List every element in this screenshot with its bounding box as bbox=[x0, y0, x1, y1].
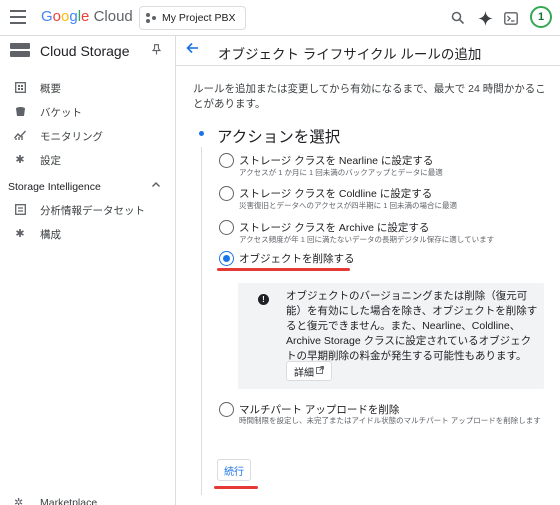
radio-button[interactable] bbox=[219, 153, 234, 168]
sidebar-item-configuration[interactable]: ✱ 構成 bbox=[0, 222, 175, 246]
project-icon bbox=[146, 12, 157, 24]
warning-text: オブジェクトのバージョニングまたは削除（復元可能）を有効にした場合を除き、オブジ… bbox=[286, 290, 538, 362]
settings-gear-icon: ✱ bbox=[15, 154, 25, 166]
account-avatar[interactable]: 1 bbox=[530, 6, 552, 28]
sidebar-item-buckets[interactable]: バケット bbox=[0, 100, 175, 124]
sidebar-item-label: 構成 bbox=[40, 228, 61, 241]
config-gear-icon: ✱ bbox=[15, 228, 25, 240]
warning-info-box: ! オブジェクトのバージョニングまたは削除（復元可能）を有効にした場合を除き、オ… bbox=[238, 283, 544, 389]
sidebar-item-label: 分析情報データセット bbox=[40, 204, 145, 217]
option-description: 時間制限を設定し、未完了またはアイドル状態のマルチパート アップロードを削除しま… bbox=[239, 416, 541, 425]
bucket-icon bbox=[14, 106, 26, 118]
highlight-underline bbox=[217, 268, 350, 271]
sidebar-item-marketplace[interactable]: ✲ Marketplace bbox=[0, 494, 175, 505]
radio-button[interactable] bbox=[219, 220, 234, 235]
info-icon: ! bbox=[258, 294, 269, 305]
gemini-sparkle-icon[interactable] bbox=[474, 7, 496, 29]
logo-cloud-text: Cloud bbox=[93, 8, 133, 25]
pin-icon[interactable] bbox=[151, 44, 162, 58]
sidebar-item-label: Marketplace bbox=[40, 497, 98, 505]
continue-button[interactable]: 続行 bbox=[217, 459, 251, 481]
page-description: ルールを追加または変更してから有効になるまで、最大で 24 時間かかることがあり… bbox=[193, 83, 546, 110]
option-nearline[interactable]: ストレージ クラスを Nearline に設定する アクセスが 1 か月に 1 … bbox=[219, 151, 554, 179]
step-connector-line bbox=[201, 147, 202, 495]
option-delete-multipart[interactable]: マルチパート アップロードを削除 時間制限を設定し、未完了またはアイドル状態のマ… bbox=[219, 400, 554, 440]
cloud-storage-icon bbox=[10, 43, 30, 59]
option-label: オブジェクトを削除する bbox=[239, 253, 355, 265]
radio-button[interactable] bbox=[219, 186, 234, 201]
option-coldline[interactable]: ストレージ クラスを Coldline に設定する 災害復旧とデータへのアクセス… bbox=[219, 184, 554, 212]
google-cloud-logo[interactable]: Google Cloud bbox=[41, 8, 133, 25]
option-label: ストレージ クラスを Archive に設定する bbox=[239, 222, 430, 234]
project-picker-button[interactable]: My Project PBX bbox=[139, 6, 246, 30]
option-description: アクセス頻度が年 1 回に満たないデータの長期デジタル保存に適しています bbox=[239, 235, 495, 244]
page-header: オブジェクト ライフサイクル ルールの追加 bbox=[176, 36, 560, 66]
marketplace-icon: ✲ bbox=[14, 497, 24, 505]
radio-button[interactable] bbox=[219, 402, 234, 417]
sidebar-item-label: 設定 bbox=[40, 154, 61, 167]
details-link-button[interactable]: 詳細 bbox=[286, 361, 332, 381]
option-description: アクセスが 1 か月に 1 回未満のバックアップとデータに最適 bbox=[239, 168, 443, 177]
project-name: My Project PBX bbox=[162, 12, 236, 24]
highlight-underline bbox=[214, 486, 258, 489]
product-header: Cloud Storage bbox=[0, 36, 175, 66]
sidebar-item-monitoring[interactable]: モニタリング bbox=[0, 124, 175, 148]
dataset-icon bbox=[14, 204, 26, 216]
external-link-icon bbox=[316, 366, 324, 376]
step-title: アクションを選択 bbox=[217, 129, 341, 146]
sidebar-item-label: 概要 bbox=[40, 82, 61, 95]
option-label: ストレージ クラスを Coldline に設定する bbox=[239, 188, 433, 200]
storage-intelligence-section-toggle[interactable]: Storage Intelligence bbox=[0, 176, 175, 198]
option-label: マルチパート アップロードを削除 bbox=[239, 404, 400, 416]
details-label: 詳細 bbox=[294, 367, 314, 379]
search-icon[interactable] bbox=[447, 7, 469, 29]
cloud-shell-icon[interactable] bbox=[500, 7, 522, 29]
section-title: Storage Intelligence bbox=[8, 181, 101, 193]
step-indicator-dot bbox=[199, 131, 204, 136]
top-app-bar: Google Cloud My Project PBX 1 bbox=[0, 0, 560, 36]
option-delete-object[interactable]: オブジェクトを削除する bbox=[219, 249, 554, 269]
chevron-up-icon bbox=[151, 179, 161, 191]
sidebar-item-settings[interactable]: ✱ 設定 bbox=[0, 148, 175, 172]
sidebar-item-overview[interactable]: 概要 bbox=[0, 76, 175, 100]
back-arrow-icon[interactable] bbox=[186, 41, 199, 57]
option-label: ストレージ クラスを Nearline に設定する bbox=[239, 155, 434, 167]
main-menu-icon[interactable] bbox=[10, 10, 26, 24]
sidebar-item-insights-datasets[interactable]: 分析情報データセット bbox=[0, 198, 175, 222]
option-archive[interactable]: ストレージ クラスを Archive に設定する アクセス頻度が年 1 回に満た… bbox=[219, 218, 554, 246]
logo-google-text: Google bbox=[41, 8, 90, 25]
option-description: 災害復旧とデータへのアクセスが四半期に 1 回未満の場合に最適 bbox=[239, 201, 457, 210]
monitoring-icon bbox=[13, 130, 27, 142]
product-title: Cloud Storage bbox=[40, 43, 130, 59]
left-nav-sidebar: Cloud Storage 概要 バケット モニタリング ✱ 設定 Storag… bbox=[0, 36, 176, 505]
sidebar-item-label: モニタリング bbox=[40, 130, 103, 143]
sidebar-item-label: バケット bbox=[40, 106, 82, 119]
overview-icon bbox=[14, 82, 26, 94]
radio-button-selected[interactable] bbox=[219, 251, 234, 266]
page-title: オブジェクト ライフサイクル ルールの追加 bbox=[218, 47, 482, 62]
